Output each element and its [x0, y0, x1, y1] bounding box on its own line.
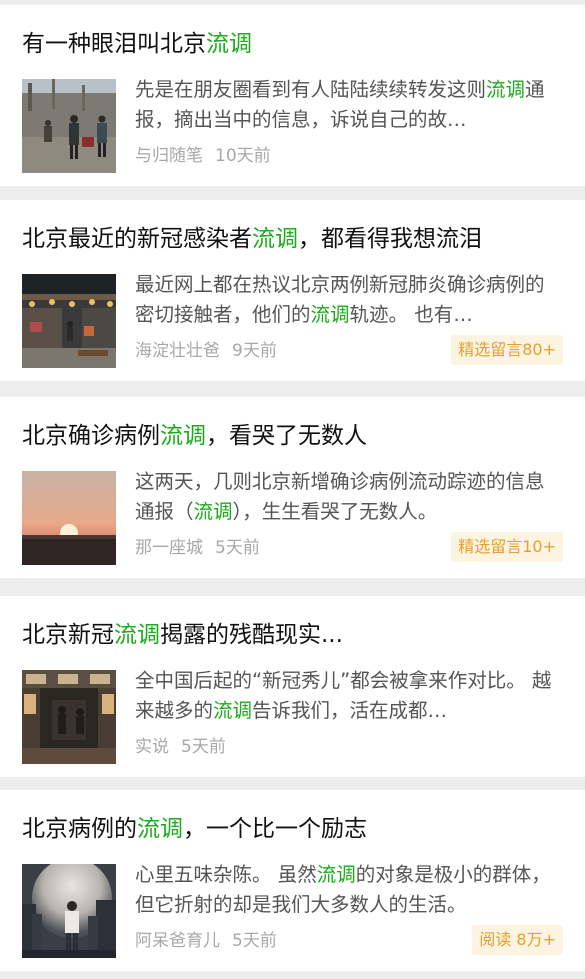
article-title[interactable]: 北京确诊病例流调，看哭了无数人 [22, 419, 565, 453]
article-card[interactable]: 北京确诊病例流调，看哭了无数人 这两天，几则北京新增确诊病例流动踪迹的信息通报（… [0, 397, 585, 578]
article-meta: 那一座城 5天前 [135, 536, 260, 560]
article-thumbnail[interactable] [22, 274, 116, 368]
article-meta: 实说 5天前 [135, 735, 226, 759]
article-feed: 有一种眼泪叫北京流调 先是在朋友圈看到有人陆陆续续转发这则流调通报，摘出当中的信… [0, 0, 585, 979]
article-thumbnail[interactable] [22, 670, 116, 764]
article-thumbnail[interactable] [22, 471, 116, 565]
article-excerpt: 这两天，几则北京新增确诊病例流动踪迹的信息通报（流调），生生看哭了无数人。 [135, 470, 545, 523]
keyword-highlight: 流调 [206, 31, 252, 57]
article-meta: 与归随笔 10天前 [135, 144, 271, 168]
article-title[interactable]: 北京病例的流调，一个比一个励志 [22, 812, 565, 846]
article-author: 阿呆爸育儿 [135, 931, 220, 951]
article-time: 9天前 [232, 341, 277, 361]
keyword-highlight: 流调 [137, 816, 183, 842]
article-title[interactable]: 北京新冠流调揭露的残酷现实... [22, 618, 565, 652]
article-author: 与归随笔 [135, 146, 203, 166]
read-count-badge: 阅读 8万+ [472, 925, 563, 955]
article-card[interactable]: 北京病例的流调，一个比一个励志 心里五味杂陈。 虽然流调的对象是极小的群体，但它… [0, 790, 585, 971]
article-author: 实说 [135, 737, 169, 757]
article-card[interactable]: 有一种眼泪叫北京流调 先是在朋友圈看到有人陆陆续续转发这则流调通报，摘出当中的信… [0, 5, 585, 186]
keyword-highlight: 流调 [213, 699, 253, 722]
article-time: 5天前 [181, 737, 226, 757]
article-meta: 海淀壮壮爸 9天前 [135, 339, 277, 363]
article-title[interactable]: 有一种眼泪叫北京流调 [22, 27, 565, 61]
article-meta: 阿呆爸育儿 5天前 [135, 929, 277, 953]
keyword-highlight: 流调 [114, 622, 160, 648]
featured-comments-badge: 精选留言80+ [451, 335, 563, 365]
article-author: 海淀壮壮爸 [135, 341, 220, 361]
article-time: 5天前 [215, 538, 260, 558]
article-time: 5天前 [232, 931, 277, 951]
article-excerpt: 最近网上都在热议北京两例新冠肺炎确诊病例的密切接触者，他们的流调轨迹。 也有… [135, 273, 545, 326]
article-author: 那一座城 [135, 538, 203, 558]
article-title[interactable]: 北京最近的新冠感染者流调，都看得我想流泪 [22, 222, 565, 256]
keyword-highlight: 流调 [316, 863, 356, 886]
keyword-highlight: 流调 [160, 423, 206, 449]
article-excerpt: 全中国后起的“新冠秀儿”都会被拿来作对比。 越来越多的流调告诉我们，活在成都… [135, 669, 552, 722]
featured-comments-badge: 精选留言10+ [451, 532, 563, 562]
article-time: 10天前 [215, 146, 271, 166]
article-thumbnail[interactable] [22, 79, 116, 173]
article-excerpt: 心里五味杂陈。 虽然流调的对象是极小的群体，但它折射的却是我们大多数人的生活。 [135, 863, 551, 916]
keyword-highlight: 流调 [486, 78, 526, 101]
article-card[interactable]: 北京最近的新冠感染者流调，都看得我想流泪 最近网上都在热议北京两例新冠肺炎确诊病… [0, 200, 585, 381]
keyword-highlight: 流调 [193, 500, 233, 523]
article-excerpt: 先是在朋友圈看到有人陆陆续续转发这则流调通报，摘出当中的信息，诉说自己的故… [135, 78, 545, 131]
keyword-highlight: 流调 [252, 226, 298, 252]
article-card[interactable]: 北京新冠流调揭露的残酷现实... 全中国后起的“新冠秀儿”都会被拿来作对比。 越… [0, 596, 585, 777]
keyword-highlight: 流调 [310, 303, 350, 326]
article-thumbnail[interactable] [22, 864, 116, 958]
